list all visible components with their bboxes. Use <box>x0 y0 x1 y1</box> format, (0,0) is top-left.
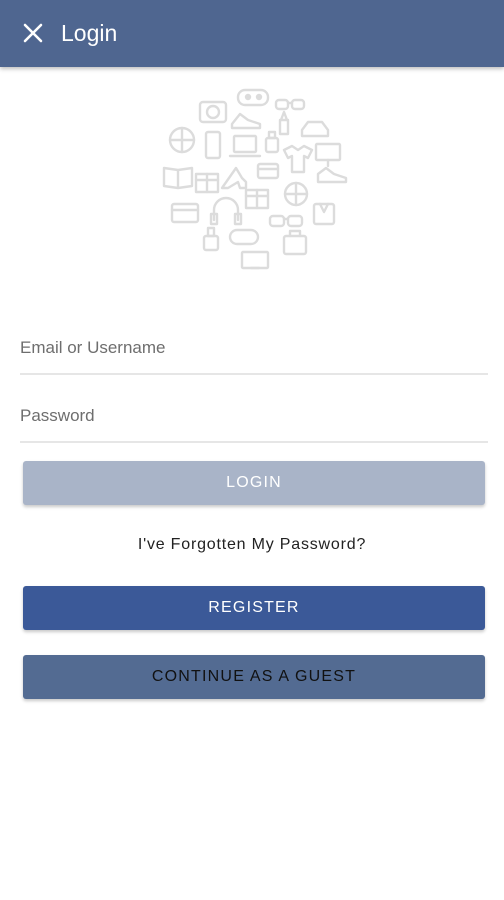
email-field-container <box>20 323 488 375</box>
lipstick-icon <box>278 110 290 136</box>
sunglasses-icon <box>268 214 304 228</box>
laptop-icon <box>228 134 262 158</box>
monitor-icon <box>314 142 342 168</box>
high-heel-icon <box>220 166 248 190</box>
forgot-password-link[interactable]: I've Forgotten My Password? <box>0 536 504 554</box>
headphones-icon <box>209 196 243 226</box>
credit-card-icon-2 <box>170 202 200 224</box>
gift-icon-2 <box>244 188 270 210</box>
book-icon <box>162 166 194 190</box>
password-field-container <box>20 391 488 443</box>
phone-icon <box>204 130 222 160</box>
car-icon <box>300 120 330 138</box>
sneaker-icon <box>230 112 262 130</box>
gamepad-icon-2 <box>228 228 260 246</box>
gift-icon <box>194 172 220 194</box>
register-button[interactable]: REGISTER <box>23 586 485 630</box>
gamepad-icon <box>236 88 270 107</box>
camera-icon <box>198 100 228 124</box>
basketball-icon-2 <box>283 181 309 207</box>
glasses-icon <box>274 98 306 111</box>
email-field[interactable] <box>20 323 488 373</box>
basketball-icon <box>168 126 196 154</box>
tshirt-icon <box>282 144 314 174</box>
tv-icon <box>240 250 270 270</box>
perfume-icon <box>264 130 280 154</box>
continue-as-guest-button[interactable]: CONTINUE AS A GUEST <box>23 655 485 699</box>
nail-polish-icon <box>202 226 220 252</box>
password-field[interactable] <box>20 391 488 441</box>
page-title: Login <box>61 20 118 46</box>
shirt-icon <box>312 202 336 226</box>
close-button[interactable] <box>14 14 52 52</box>
login-button[interactable]: LOGIN <box>23 461 485 505</box>
app-bar: Login <box>0 0 504 67</box>
close-icon <box>23 23 43 43</box>
suitcase-icon <box>282 229 308 256</box>
shoe-icon <box>316 166 348 184</box>
shopping-icons-illustration <box>156 82 352 272</box>
credit-card-icon <box>256 162 280 180</box>
